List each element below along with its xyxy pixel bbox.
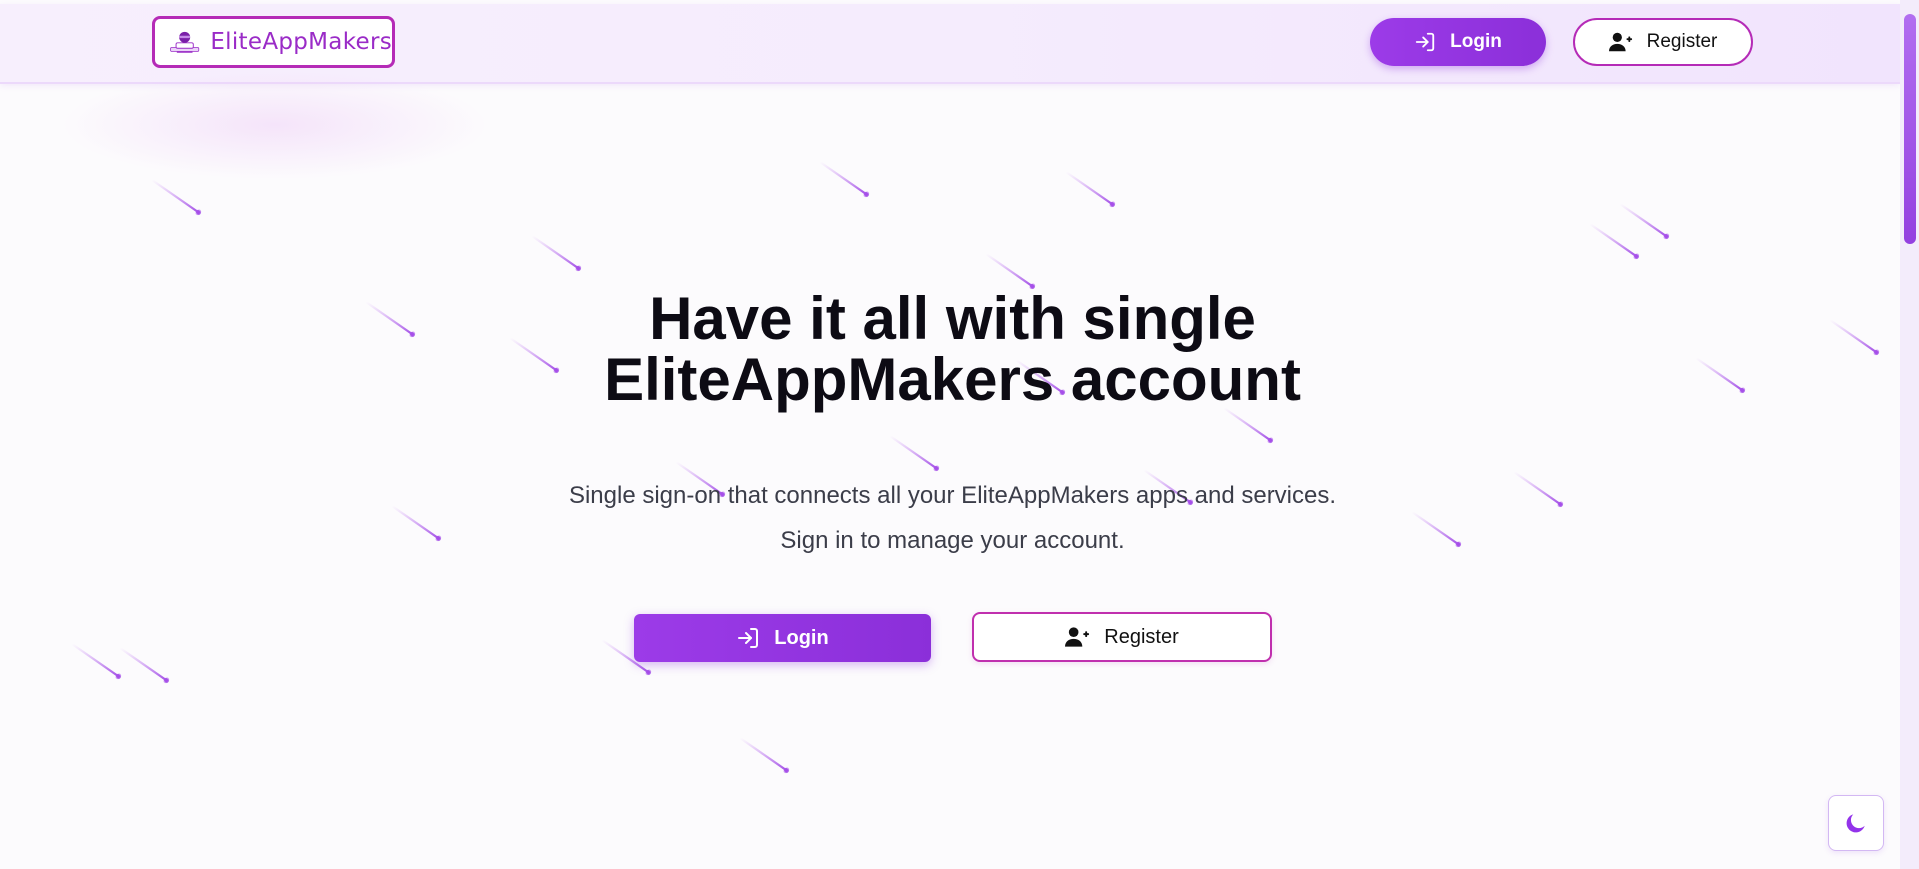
hero-title-line-2: EliteAppMakers account	[604, 346, 1301, 413]
hero-subtitle-line-1: Single sign-on that connects all your El…	[568, 482, 1337, 509]
hero-register-button[interactable]: Register	[972, 612, 1272, 662]
header-glow	[60, 70, 490, 180]
landing-page: EliteAppMakers Login Register Have it al…	[0, 0, 1900, 869]
hero-subtitle-line-2: Sign in to manage your account.	[780, 527, 1125, 554]
hero-subtitle: Single sign-on that connects all your El…	[0, 473, 1900, 563]
header-register-label: Register	[1646, 31, 1718, 52]
header-login-label: Login	[1450, 31, 1502, 52]
hero-title-line-1: Have it all with single	[649, 285, 1256, 352]
header-login-button[interactable]: Login	[1370, 18, 1546, 66]
login-arrow-icon	[738, 628, 759, 648]
header-register-button[interactable]: Register	[1573, 18, 1753, 66]
user-plus-icon	[1608, 32, 1632, 52]
user-plus-icon	[1065, 627, 1090, 647]
moon-icon	[1846, 814, 1865, 833]
hero-register-label: Register	[1104, 625, 1179, 648]
hero-login-label: Login	[774, 626, 829, 649]
decorative-streaks	[70, 160, 1880, 774]
brand-logo[interactable]: EliteAppMakers	[152, 16, 395, 68]
theme-toggle-button[interactable]	[1828, 795, 1884, 851]
login-arrow-icon	[1415, 32, 1435, 52]
developer-avatar-icon	[170, 31, 200, 53]
page-scrollbar[interactable]	[1900, 0, 1919, 869]
hero-login-button[interactable]: Login	[634, 614, 931, 662]
scrollbar-thumb[interactable]	[1904, 14, 1916, 244]
logo-text: EliteAppMakers	[210, 29, 392, 55]
hero-title: Have it all with single EliteAppMakers a…	[0, 288, 1900, 410]
